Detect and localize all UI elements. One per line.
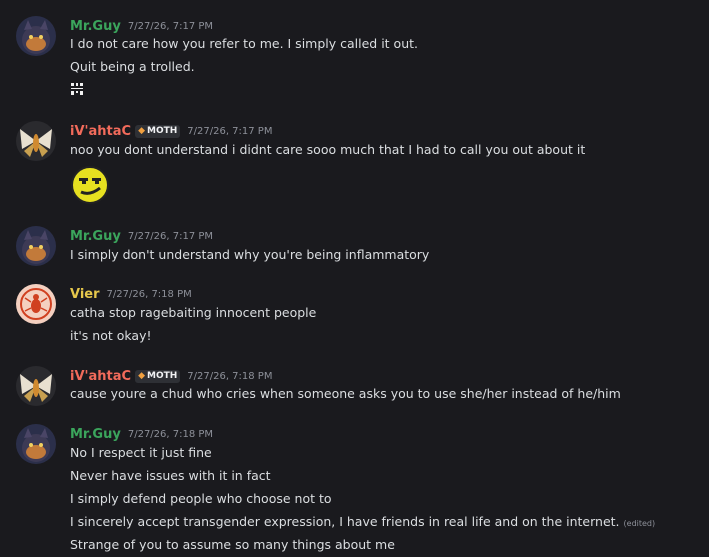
message-text: I sincerely accept transgender expressio… [70,514,620,529]
message-text: I do not care how you refer to me. I sim… [70,36,418,51]
moth-tag-icon: ◆ [138,126,145,136]
role-tag[interactable]: ◆ MOTH [135,124,181,138]
message-text: it's not okay! [70,328,152,343]
avatar[interactable] [16,16,56,56]
timestamp[interactable]: 7/27/26, 7:17 PM [128,231,213,242]
message-header: Mr.Guy 7/27/26, 7:18 PM [70,424,213,444]
moth-avatar-icon [16,366,56,406]
avatar[interactable] [16,366,56,406]
tag-label: MOTH [146,126,178,136]
message-text: I simply defend people who choose not to [70,491,332,506]
message-header: iV'ahtaC ◆ MOTH 7/27/26, 7:17 PM [70,121,272,141]
message-text: I simply don't understand why you're bei… [70,247,430,262]
avatar[interactable] [16,121,56,161]
edited-label[interactable]: (edited) [624,519,656,528]
cat-avatar-icon [16,226,56,266]
message-text: noo you dont understand i didnt care soo… [70,142,586,157]
tag-label: MOTH [146,371,178,381]
message-header: Vier 7/27/26, 7:18 PM [70,284,192,304]
message-text: Quit being a trolled. [70,59,195,74]
timestamp[interactable]: 7/27/26, 7:18 PM [187,371,272,382]
author-name[interactable]: iV'ahtaC [70,369,131,384]
role-tag[interactable]: ◆ MOTH [135,369,181,383]
moth-avatar-icon [16,121,56,161]
message-text-edited: I sincerely accept transgender expressio… [70,514,655,532]
avatar[interactable] [16,226,56,266]
timestamp[interactable]: 7/27/26, 7:18 PM [107,289,192,300]
author-name[interactable]: iV'ahtaC [70,124,131,139]
author-name[interactable]: Vier [70,287,100,302]
author-name[interactable]: Mr.Guy [70,427,121,442]
cat-avatar-icon [16,424,56,464]
message-header: Mr.Guy 7/27/26, 7:17 PM [70,16,213,36]
message-list: Mr.Guy 7/27/26, 7:17 PM I do not care ho… [0,0,709,557]
bug-avatar-icon [16,284,56,324]
author-name[interactable]: Mr.Guy [70,19,121,34]
message-text: No I respect it just fine [70,445,212,460]
message-text: Strange of you to assume so many things … [70,537,395,552]
smug-face-sticker-icon[interactable] [70,165,110,205]
message-header: iV'ahtaC ◆ MOTH 7/27/26, 7:18 PM [70,366,272,386]
timestamp[interactable]: 7/27/26, 7:17 PM [128,21,213,32]
message-text: catha stop ragebaiting innocent people [70,305,317,320]
avatar[interactable] [16,284,56,324]
message-text: cause youre a chud who cries when someon… [70,386,621,401]
qr-sticker-icon[interactable] [70,82,84,96]
timestamp[interactable]: 7/27/26, 7:18 PM [128,429,213,440]
avatar[interactable] [16,424,56,464]
moth-tag-icon: ◆ [138,371,145,381]
message-header: Mr.Guy 7/27/26, 7:17 PM [70,226,213,246]
author-name[interactable]: Mr.Guy [70,229,121,244]
message-text: Never have issues with it in fact [70,468,271,483]
timestamp[interactable]: 7/27/26, 7:17 PM [187,126,272,137]
cat-avatar-icon [16,16,56,56]
